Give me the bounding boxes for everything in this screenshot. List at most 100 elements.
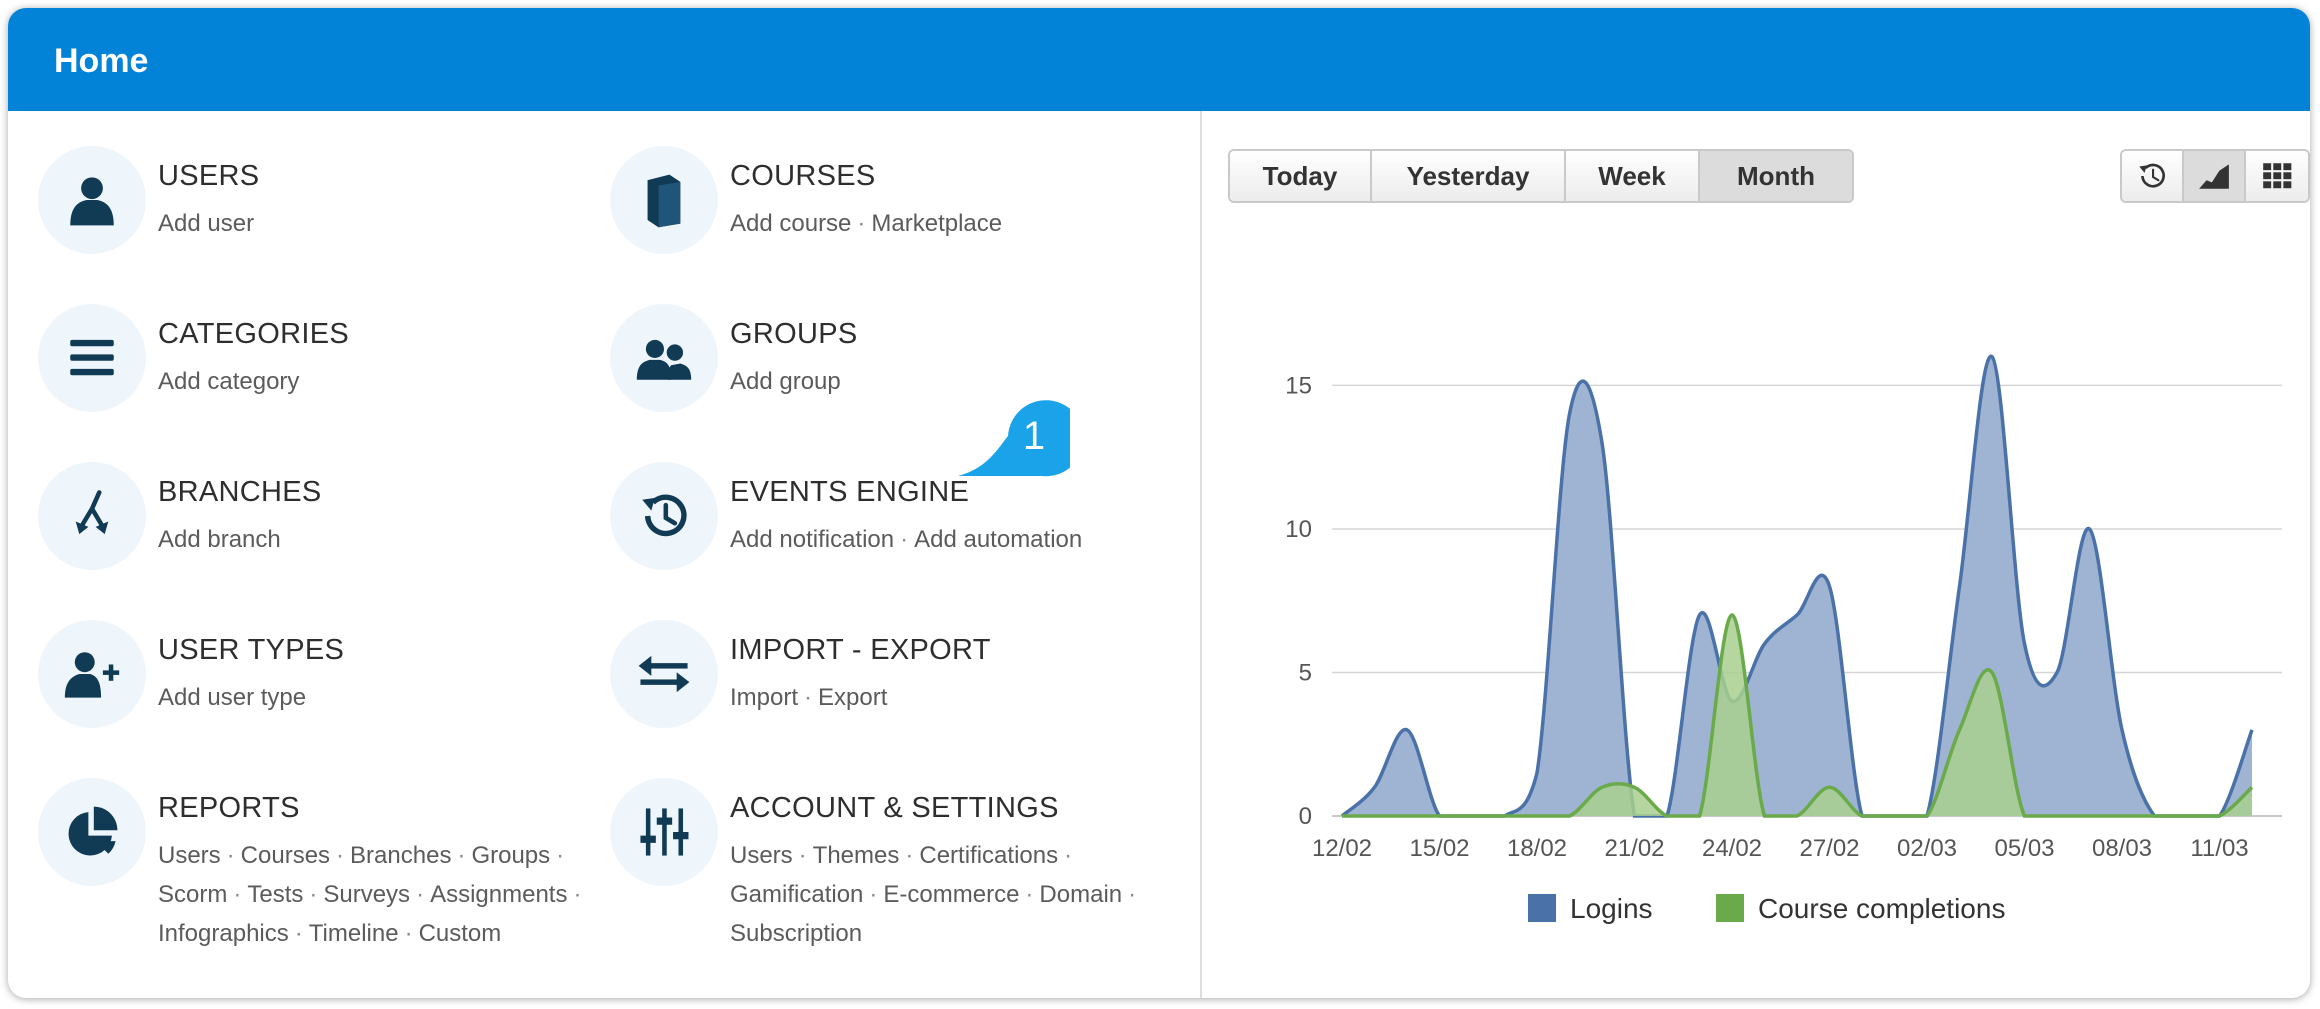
link-add-course[interactable]: Add course: [730, 210, 851, 237]
y-tick-label: 0: [1299, 803, 1312, 830]
import-export-links: Import · Export: [730, 678, 887, 717]
x-tick-label: 11/03: [2190, 835, 2248, 862]
users-title[interactable]: USERS: [158, 160, 259, 193]
grid-icon[interactable]: [2246, 151, 2308, 201]
x-tick-label: 18/02: [1507, 835, 1567, 862]
link-surveys[interactable]: Surveys: [323, 881, 410, 908]
users-links: Add user: [158, 204, 254, 243]
link-export[interactable]: Export: [818, 684, 887, 711]
tab-week[interactable]: Week: [1566, 151, 1700, 201]
link-tests[interactable]: Tests: [247, 881, 303, 908]
callout-number: 1: [1022, 414, 1046, 458]
link-separator: ·: [857, 210, 866, 237]
y-tick-label: 10: [1285, 516, 1312, 543]
link-separator: ·: [905, 842, 914, 869]
link-themes[interactable]: Themes: [813, 842, 900, 869]
header-bar: Home: [8, 8, 2310, 111]
link-courses[interactable]: Courses: [241, 842, 330, 869]
link-separator: ·: [798, 842, 807, 869]
link-gamification[interactable]: Gamification: [730, 881, 863, 908]
x-tick-label: 15/02: [1409, 835, 1469, 862]
legend-label-course-completions[interactable]: Course completions: [1758, 893, 2005, 924]
link-scorm[interactable]: Scorm: [158, 881, 227, 908]
link-separator: ·: [1025, 881, 1034, 908]
swap-arrows-icon[interactable]: [610, 620, 718, 728]
link-e-commerce[interactable]: E-commerce: [883, 881, 1019, 908]
x-tick-label: 24/02: [1702, 835, 1762, 862]
add-user-icon[interactable]: [38, 620, 146, 728]
link-add-category[interactable]: Add category: [158, 368, 299, 395]
link-separator: ·: [226, 842, 235, 869]
timeline-icon[interactable]: [2122, 151, 2184, 201]
x-tick-label: 08/03: [2092, 835, 2152, 862]
tab-yesterday[interactable]: Yesterday: [1372, 151, 1566, 201]
courses-title[interactable]: COURSES: [730, 160, 876, 193]
group-icon[interactable]: [610, 304, 718, 412]
link-add-notification[interactable]: Add notification: [730, 526, 894, 553]
link-branches[interactable]: Branches: [350, 842, 451, 869]
tab-month[interactable]: Month: [1700, 151, 1852, 201]
x-tick-label: 02/03: [1897, 835, 1957, 862]
area-chart-icon[interactable]: [2184, 151, 2246, 201]
link-separator: ·: [573, 881, 582, 908]
link-separator: ·: [1064, 842, 1073, 869]
link-timeline[interactable]: Timeline: [309, 920, 399, 947]
link-separator: ·: [869, 881, 878, 908]
import-export-title[interactable]: IMPORT - EXPORT: [730, 634, 991, 667]
link-separator: ·: [804, 684, 813, 711]
branches-title[interactable]: BRANCHES: [158, 476, 322, 509]
legend-swatch-course-completions[interactable]: [1716, 894, 1744, 922]
link-separator: ·: [900, 526, 909, 553]
groups-links: Add group: [730, 362, 841, 401]
link-assignments[interactable]: Assignments: [430, 881, 567, 908]
events-engine-title[interactable]: EVENTS ENGINE: [730, 476, 969, 509]
period-tabs: Today Yesterday Week Month: [1228, 149, 1854, 203]
link-separator: ·: [457, 842, 466, 869]
categories-title[interactable]: CATEGORIES: [158, 318, 349, 351]
link-separator: ·: [556, 842, 565, 869]
home-panel: Home USERS Add user COURSES Add course · Mark…: [8, 8, 2310, 998]
reports-links: Users · Courses · Branches · Groups · Scorm · Test…: [158, 836, 587, 953]
history-icon[interactable]: [610, 462, 718, 570]
x-tick-label: 21/02: [1604, 835, 1664, 862]
sliders-icon[interactable]: [610, 778, 718, 886]
legend-label-logins[interactable]: Logins: [1570, 893, 1653, 924]
link-domain[interactable]: Domain: [1039, 881, 1122, 908]
y-tick-label: 5: [1299, 659, 1312, 686]
list-icon[interactable]: [38, 304, 146, 412]
link-separator: ·: [294, 920, 303, 947]
link-users[interactable]: Users: [730, 842, 793, 869]
account-settings-title[interactable]: ACCOUNT & SETTINGS: [730, 792, 1059, 825]
groups-title[interactable]: GROUPS: [730, 318, 858, 351]
user-icon[interactable]: [38, 146, 146, 254]
link-separator: ·: [233, 881, 242, 908]
link-add-branch[interactable]: Add branch: [158, 526, 281, 553]
link-add-automation[interactable]: Add automation: [914, 526, 1082, 553]
link-users[interactable]: Users: [158, 842, 221, 869]
panel-divider: [1200, 111, 1202, 998]
link-import[interactable]: Import: [730, 684, 798, 711]
link-certifications[interactable]: Certifications: [919, 842, 1058, 869]
link-custom[interactable]: Custom: [419, 920, 502, 947]
book-icon[interactable]: [610, 146, 718, 254]
user-types-links: Add user type: [158, 678, 306, 717]
tab-today[interactable]: Today: [1230, 151, 1372, 201]
reports-title[interactable]: REPORTS: [158, 792, 300, 825]
events-engine-links: Add notification · Add automation: [730, 520, 1082, 559]
link-add-user-type[interactable]: Add user type: [158, 684, 306, 711]
y-tick-label: 15: [1285, 372, 1312, 399]
link-separator: ·: [1128, 881, 1137, 908]
link-add-group[interactable]: Add group: [730, 368, 841, 395]
pie-chart-icon[interactable]: [38, 778, 146, 886]
link-subscription[interactable]: Subscription: [730, 920, 862, 947]
x-tick-label: 05/03: [1994, 835, 2054, 862]
link-infographics[interactable]: Infographics: [158, 920, 289, 947]
user-types-title[interactable]: USER TYPES: [158, 634, 344, 667]
branch-icon[interactable]: [38, 462, 146, 570]
courses-links: Add course · Marketplace: [730, 204, 1002, 243]
link-add-user[interactable]: Add user: [158, 210, 254, 237]
legend-swatch-logins[interactable]: [1528, 894, 1556, 922]
link-marketplace[interactable]: Marketplace: [871, 210, 1002, 237]
account-settings-links: Users · Themes · Certifications · Gamification…: [730, 836, 1142, 953]
link-groups[interactable]: Groups: [471, 842, 550, 869]
